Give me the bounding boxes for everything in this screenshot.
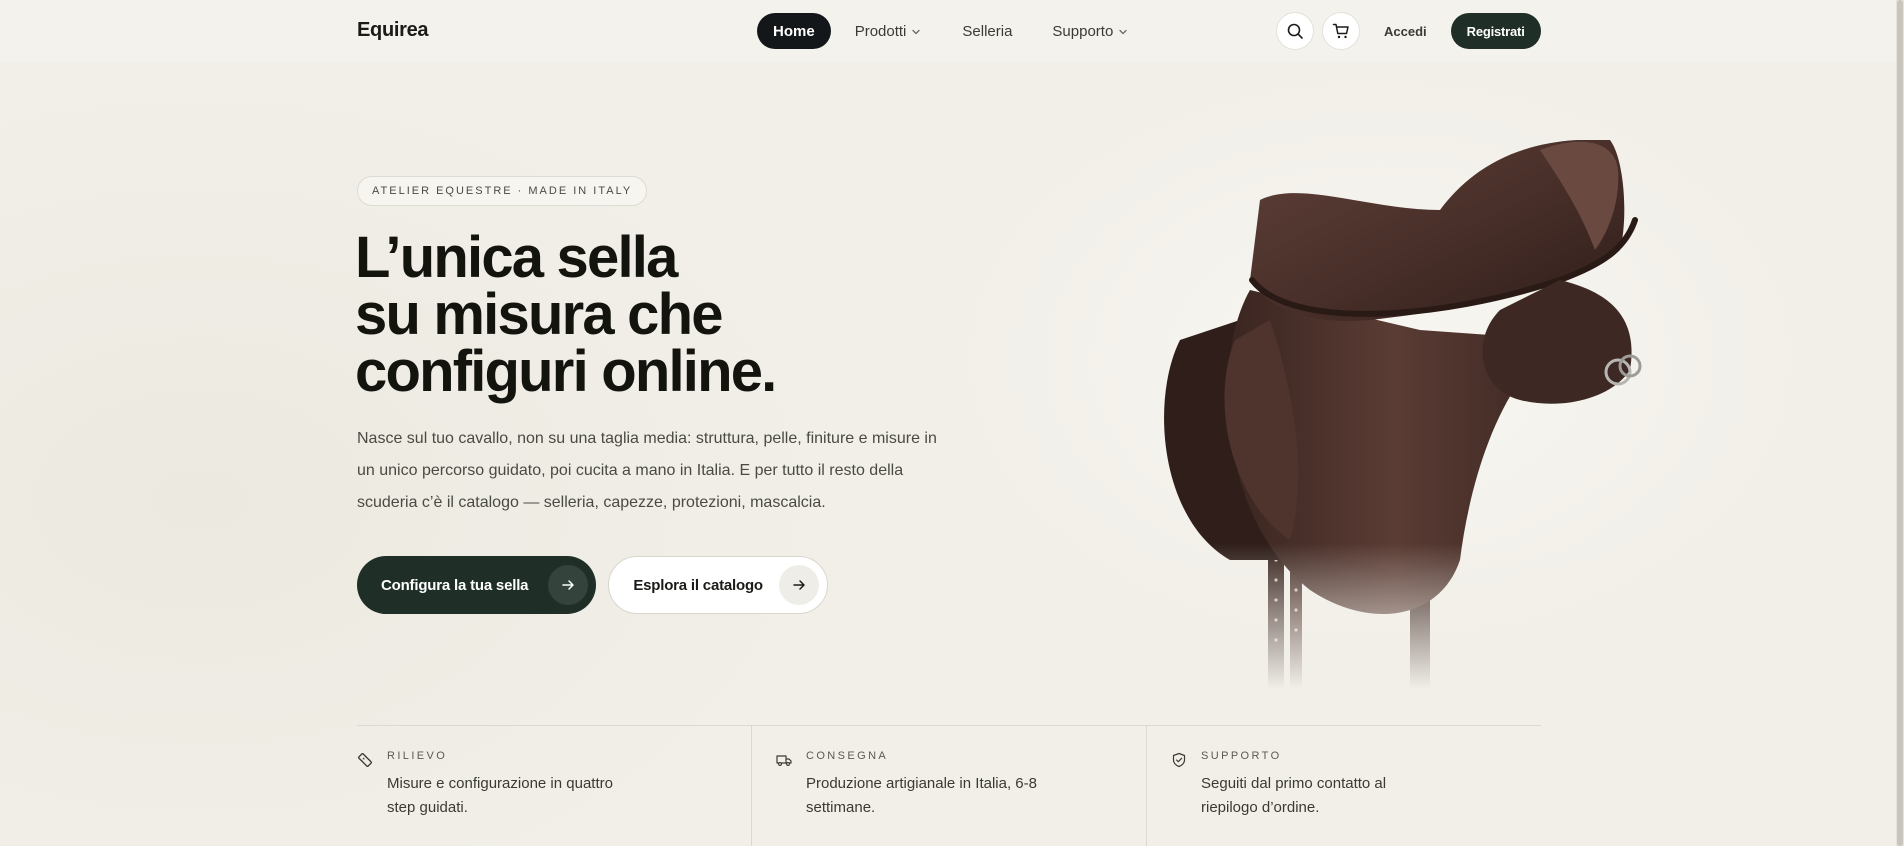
headline-line: su misura che xyxy=(355,282,723,347)
saddle-image xyxy=(1140,140,1660,700)
hero-cta-row: Configura la tua sella Esplora il catalo… xyxy=(357,556,828,614)
feature-divider xyxy=(751,726,752,846)
nav-item-prodotti[interactable]: Prodotti xyxy=(839,13,939,49)
chevron-down-icon xyxy=(1117,25,1129,37)
nav-item-label: Home xyxy=(773,22,815,40)
nav-item-home[interactable]: Home xyxy=(757,13,831,49)
search-button[interactable] xyxy=(1276,12,1314,50)
hero-headline: L’unica sella su misura che configuri on… xyxy=(355,225,915,404)
site-header: Equirea Home Prodotti Selleria Supporto … xyxy=(0,0,1896,62)
register-button[interactable]: Registrati xyxy=(1450,13,1541,49)
nav-item-label: Selleria xyxy=(962,22,1013,40)
feature-consegna: CONSEGNA Produzione artigianale in Itali… xyxy=(776,726,1146,846)
cart-icon xyxy=(1332,23,1349,39)
nav-item-label: Prodotti xyxy=(854,22,907,40)
feature-text: Misure e configurazione in quattro step … xyxy=(387,775,613,816)
ruler-icon xyxy=(357,752,375,770)
configure-saddle-button[interactable]: Configura la tua sella xyxy=(357,556,597,614)
nav-item-label: Supporto xyxy=(1052,22,1114,40)
chevron-down-icon xyxy=(910,25,922,37)
scrollbar-thumb[interactable] xyxy=(1897,0,1903,846)
feature-supporto: SUPPORTO Seguiti dal primo contatto al r… xyxy=(1171,726,1541,846)
button-label: Esplora il catalogo xyxy=(633,576,763,594)
hero-eyebrow-badge: ATELIER EQUESTRE · MADE IN ITALY xyxy=(357,176,648,206)
header-actions: Accedi Registrati xyxy=(1276,12,1541,50)
arrow-right-icon xyxy=(778,565,819,605)
main-nav: Home Prodotti Selleria Supporto xyxy=(757,13,1153,49)
feature-label: RILIEVO xyxy=(387,750,448,762)
arrow-right-icon xyxy=(548,565,589,605)
brand-logo[interactable]: Equirea xyxy=(357,19,429,42)
truck-icon xyxy=(776,752,794,770)
feature-text: Seguiti dal primo contatto al riepilogo … xyxy=(1201,775,1387,816)
feature-rilievo: RILIEVO Misure e configurazione in quatt… xyxy=(357,726,752,846)
button-label: Configura la tua sella xyxy=(381,576,529,594)
hero-description: Nasce sul tuo cavallo, non su una taglia… xyxy=(357,430,937,511)
feature-label: CONSEGNA xyxy=(806,750,889,762)
feature-divider xyxy=(1146,726,1147,846)
feature-text: Produzione artigianale in Italia, 6-8 se… xyxy=(806,775,1037,816)
login-link[interactable]: Accedi xyxy=(1384,24,1427,39)
nav-item-selleria[interactable]: Selleria xyxy=(946,13,1028,49)
nav-item-supporto[interactable]: Supporto xyxy=(1036,13,1145,49)
explore-catalog-button[interactable]: Esplora il catalogo xyxy=(608,556,828,614)
page-scrollbar[interactable] xyxy=(1896,0,1904,846)
shield-check-icon xyxy=(1171,752,1189,770)
feature-label: SUPPORTO xyxy=(1201,750,1282,762)
headline-line: L’unica sella xyxy=(355,225,678,290)
cart-button[interactable] xyxy=(1322,12,1360,50)
search-icon xyxy=(1287,23,1303,39)
headline-line: configuri online. xyxy=(355,339,777,404)
